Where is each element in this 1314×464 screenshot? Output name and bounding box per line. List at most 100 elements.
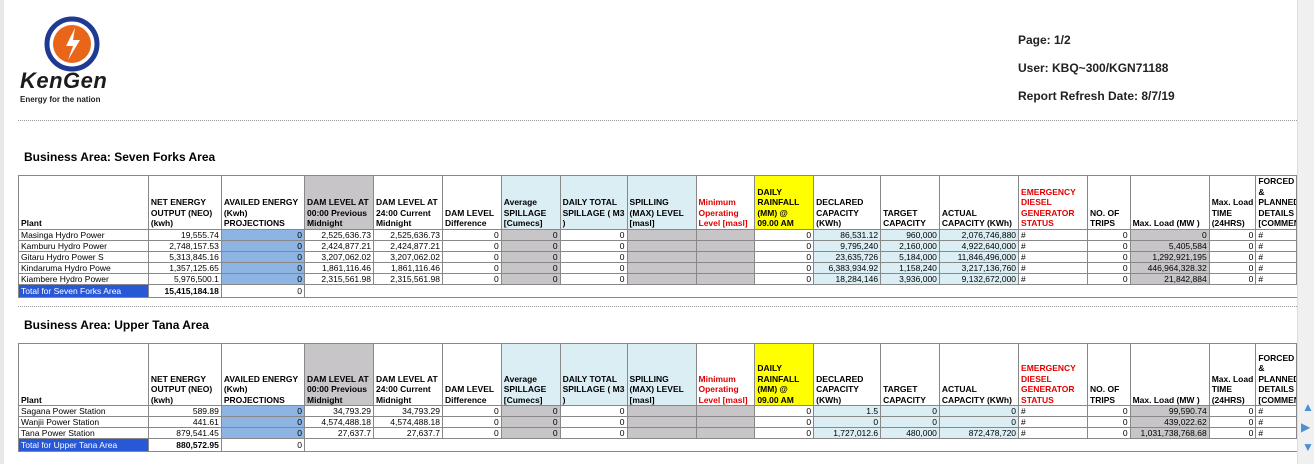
section-title-seven-forks: Business Area: Seven Forks Area	[24, 150, 216, 164]
cell-max-load-time: 0	[1208, 405, 1257, 417]
cell-diesel-status: #	[1018, 250, 1088, 263]
cell-forced-details: #	[1255, 427, 1297, 439]
left-gutter	[0, 0, 4, 464]
cell-dam-prev: 3,207,062.02	[304, 250, 374, 263]
cell-dam-prev: 27,637.7	[304, 427, 374, 439]
cell-plant: Kamburu Hydro Power	[18, 239, 149, 252]
col-header-dam-prev: DAM LEVEL AT 00:00 Previous Midnight	[304, 175, 374, 230]
cell-max-load: 0	[1129, 228, 1210, 241]
cell-trips: 0	[1087, 272, 1131, 285]
cell-daily-spillage: 0	[559, 427, 628, 439]
cell-actual-capacity: 0	[938, 416, 1020, 428]
cell-target-capacity: 5,184,000	[880, 250, 940, 263]
cell-avg-spillage: 0	[500, 416, 561, 428]
cell-avg-spillage: 0	[500, 228, 561, 241]
col-header-target-capacity: TARGET CAPACITY	[880, 175, 940, 230]
report-refresh-date: Report Refresh Date: 8/7/19	[1018, 89, 1175, 103]
cell-forced-details: #	[1255, 250, 1297, 263]
cell-plant: Wanjii Power Station	[18, 416, 149, 428]
cell-dam-prev: 2,424,877.21	[304, 239, 374, 252]
cell-actual-capacity: 9,132,672,000	[938, 272, 1020, 285]
cell-max-load-time: 0	[1208, 272, 1257, 285]
cell-trips: 0	[1087, 416, 1131, 428]
vertical-scrollbar[interactable]: ▲ ▶ ▼	[1297, 0, 1314, 464]
cell-daily-spillage: 0	[559, 405, 628, 417]
col-header-max-load-time: Max. Load TIME (24HRS)	[1208, 175, 1257, 230]
scroll-up-icon[interactable]: ▲	[1302, 400, 1314, 414]
cell-plant: Kiambere Hydro Power	[18, 272, 149, 285]
cell-spilling-max	[626, 272, 697, 285]
col-header-avg-spillage: Average SPILLAGE [Cumecs]	[500, 343, 561, 406]
cell-diesel-status: #	[1018, 228, 1088, 241]
cell-diesel-status: #	[1018, 427, 1088, 439]
table-row: Wanjii Power Station 441.61 0 4,574,488.18 4…	[18, 416, 1297, 428]
cell-forced-details: #	[1255, 239, 1297, 252]
cell-plant: Gitaru Hydro Power S	[18, 250, 149, 263]
cell-target-capacity: 2,160,000	[880, 239, 940, 252]
cell-rainfall: 0	[754, 405, 815, 417]
scroll-down-icon[interactable]: ▼	[1302, 440, 1314, 454]
cell-min-operating	[695, 416, 756, 428]
cell-dam-curr: 2,525,636.73	[372, 228, 443, 241]
col-header-min-operating: Minimum Operating Level [masl]	[695, 175, 756, 230]
cell-neo: 5,976,500.1	[147, 272, 222, 285]
table-row: Kindaruma Hydro Powe 1,357,125.65 0 1,861,1…	[18, 261, 1297, 274]
cell-spilling-max	[626, 405, 697, 417]
cell-rainfall: 0	[754, 272, 815, 285]
scroll-right-icon[interactable]: ▶	[1301, 420, 1310, 434]
cell-diesel-status: #	[1018, 272, 1088, 285]
cell-max-load: 1,292,921,195	[1129, 250, 1210, 263]
cell-dam-prev: 1,861,116.46	[304, 261, 374, 274]
header-divider	[18, 120, 1297, 121]
total-label: Total for Upper Tana Area	[18, 438, 149, 452]
cell-actual-capacity: 2,076,746,880	[938, 228, 1020, 241]
cell-min-operating	[695, 239, 756, 252]
brand-name: KenGen	[20, 68, 108, 93]
cell-dam-diff: 0	[441, 405, 502, 417]
col-header-neo: NET ENERGY OUTPUT (NEO) (kwh)	[147, 343, 222, 406]
cell-dam-curr: 2,424,877.21	[372, 239, 443, 252]
cell-avg-spillage: 0	[500, 261, 561, 274]
cell-avg-spillage: 0	[500, 250, 561, 263]
report-table-upper-tana: Plant NET ENERGY OUTPUT (NEO) (kwh) AVAILE…	[18, 343, 1297, 452]
cell-plant: Sagana Power Station	[18, 405, 149, 417]
cell-forced-details: #	[1255, 228, 1297, 241]
cell-dam-diff: 0	[441, 272, 502, 285]
cell-target-capacity: 960,000	[880, 228, 940, 241]
cell-declared-capacity: 0	[813, 416, 882, 428]
cell-diesel-status: #	[1018, 405, 1088, 417]
cell-avg-spillage: 0	[500, 427, 561, 439]
col-header-dam-diff: DAM LEVEL Difference	[441, 175, 502, 230]
cell-availed: 0	[220, 272, 306, 285]
col-header-actual-capacity: ACTUAL CAPACITY (KWh)	[938, 175, 1020, 230]
cell-spilling-max	[626, 239, 697, 252]
cell-avg-spillage: 0	[500, 405, 561, 417]
cell-neo: 441.61	[147, 416, 222, 428]
col-header-diesel-status: EMERGENCY DIESEL GENERATOR STATUS	[1018, 343, 1088, 406]
section-title-upper-tana: Business Area: Upper Tana Area	[24, 318, 209, 332]
cell-actual-capacity: 4,922,640,000	[938, 239, 1020, 252]
cell-forced-details: #	[1255, 416, 1297, 428]
cell-rainfall: 0	[754, 228, 815, 241]
cell-dam-curr: 27,637.7	[372, 427, 443, 439]
cell-daily-spillage: 0	[559, 228, 628, 241]
cell-dam-prev: 2,315,561.98	[304, 272, 374, 285]
cell-max-load-time: 0	[1208, 261, 1257, 274]
cell-diesel-status: #	[1018, 239, 1088, 252]
cell-max-load-time: 0	[1208, 239, 1257, 252]
col-header-rainfall: DAILY RAINFALL (MM) @ 09.00 AM	[754, 343, 815, 406]
cell-min-operating	[695, 405, 756, 417]
cell-dam-diff: 0	[441, 228, 502, 241]
cell-spilling-max	[626, 427, 697, 439]
cell-avg-spillage: 0	[500, 272, 561, 285]
cell-min-operating	[695, 250, 756, 263]
col-header-target-capacity: TARGET CAPACITY	[880, 343, 940, 406]
cell-actual-capacity: 872,478,720	[938, 427, 1020, 439]
cell-max-load-time: 0	[1208, 416, 1257, 428]
col-header-min-operating: Minimum Operating Level [masl]	[695, 343, 756, 406]
cell-spilling-max	[626, 228, 697, 241]
cell-target-capacity: 480,000	[880, 427, 940, 439]
cell-trips: 0	[1087, 427, 1131, 439]
total-availed: 0	[220, 438, 306, 452]
cell-spilling-max	[626, 261, 697, 274]
